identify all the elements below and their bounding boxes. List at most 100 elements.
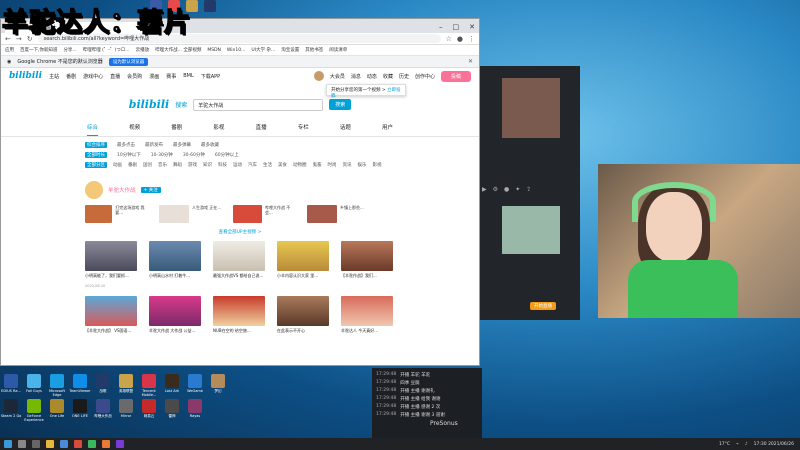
desktop-icon[interactable]: Lost Ark	[161, 374, 183, 397]
video-card[interactable]: 羊驼大作战 大作战 公益...	[149, 296, 201, 338]
desktop-icon[interactable]: 战歌	[92, 374, 114, 397]
up-video[interactable]: 乡镇上那些...	[307, 205, 371, 223]
filter-option[interactable]: 运动	[233, 162, 242, 168]
filter-option[interactable]: 娱乐	[358, 162, 367, 168]
filter-option[interactable]: 60分钟以上	[215, 152, 239, 158]
share-icon[interactable]: ⇪	[526, 186, 531, 193]
nav-item[interactable]: 漫画	[149, 73, 159, 80]
video-card[interactable]: 小羊内容认识大家 里...	[277, 241, 329, 288]
filter-option[interactable]: 时尚	[328, 162, 337, 168]
desktop-icon[interactable]: 网易云	[138, 399, 160, 422]
tab-user[interactable]: 用户	[382, 123, 393, 136]
app-icon[interactable]	[102, 440, 110, 448]
app-icon[interactable]	[88, 440, 96, 448]
desktop-icon[interactable]: Steam 2 Go	[0, 399, 22, 422]
bookmark-item[interactable]: 云播放	[136, 47, 150, 53]
up-video[interactable]: 哔哩大作战 不会...	[233, 205, 297, 223]
clock[interactable]: 17:30 2021/06/26	[754, 442, 794, 447]
nav-right-item[interactable]: 收藏	[383, 73, 393, 80]
filter-option[interactable]: 影视	[373, 162, 382, 168]
settings-icon[interactable]: ⚙	[493, 186, 498, 193]
up-name[interactable]: 羊驼大作战	[108, 186, 136, 194]
set-default-button[interactable]: 设为默认浏览器	[108, 57, 149, 66]
nav-item[interactable]: 赛事	[166, 73, 176, 80]
desktop-icon[interactable]: 英雄联盟	[115, 374, 137, 397]
filter-option[interactable]: 鬼畜	[313, 162, 322, 168]
filter-option[interactable]: 汽车	[248, 162, 257, 168]
play-icon[interactable]: ▶	[482, 186, 487, 193]
nav-item[interactable]: 会员购	[127, 73, 142, 80]
filter-option[interactable]: 音乐	[158, 162, 167, 168]
follow-button[interactable]: + 关注	[140, 187, 161, 193]
filter-option[interactable]: 国创	[143, 162, 152, 168]
desktop-icon[interactable]: TeamViewer	[69, 374, 91, 397]
filter-option[interactable]: 最多点击	[117, 142, 135, 148]
tab-topic[interactable]: 话题	[340, 123, 351, 136]
app-icon[interactable]	[204, 0, 216, 12]
nav-right-item[interactable]: 创作中心	[415, 73, 435, 80]
network-icon[interactable]: ⌁	[736, 442, 739, 447]
menu-icon[interactable]: ⋮	[468, 35, 475, 43]
search-input[interactable]: 羊驼大作战	[193, 98, 324, 111]
desktop-icon[interactable]: 哔哩大作战	[92, 399, 114, 422]
filter-option[interactable]: 最新发布	[145, 142, 163, 148]
close-infobar-icon[interactable]: ✕	[468, 58, 473, 65]
start-icon[interactable]	[4, 440, 12, 448]
nav-item[interactable]: 游戏中心	[83, 73, 103, 80]
filter-option[interactable]: 知识	[203, 162, 212, 168]
bookmark-item[interactable]: 哔哩大作战... 全部视频	[155, 47, 201, 53]
user-avatar[interactable]	[313, 71, 324, 81]
bookmark-item[interactable]: 分享...	[63, 47, 76, 53]
bookmark-item[interactable]: 其他书签	[305, 47, 323, 53]
desktop-icon[interactable]: 梦幻	[207, 374, 229, 397]
app-icon[interactable]	[116, 440, 124, 448]
bookmark-item[interactable]: MSDN	[207, 48, 221, 53]
weather-temp[interactable]: 17°C	[719, 442, 730, 447]
bookmark-item[interactable]: Win10...	[227, 48, 245, 53]
nav-right-item[interactable]: 消息	[351, 73, 361, 80]
bookmark-item[interactable]: 哔哩哔哩 (゜-゜)つロ...	[83, 47, 130, 53]
search-button[interactable]: 搜索	[329, 99, 352, 110]
bilibili-logo[interactable]: bilibili	[9, 71, 42, 81]
close-window-button[interactable]: ✕	[469, 23, 475, 31]
filter-option[interactable]: 全部分区	[85, 162, 107, 168]
filter-option[interactable]: 10-30分钟	[151, 152, 173, 158]
up-avatar[interactable]	[85, 181, 103, 199]
filter-option[interactable]: 综合排序	[85, 142, 107, 148]
desktop-icon[interactable]: Microsoft Edge	[46, 374, 68, 397]
filter-option[interactable]: 舞蹈	[173, 162, 182, 168]
filter-option[interactable]: 全部时长	[85, 152, 107, 158]
minimize-button[interactable]: –	[439, 23, 443, 31]
up-video[interactable]: 打完这场游戏 我要...	[85, 205, 149, 223]
video-card[interactable]: 小明高能了，我们要抓... 2020-08-10	[85, 241, 137, 288]
desktop-icon[interactable]: Mirror	[115, 399, 137, 422]
filter-option[interactable]: 最多收藏	[201, 142, 219, 148]
mic-icon[interactable]: ●	[504, 186, 509, 193]
filter-option[interactable]: 生活	[263, 162, 272, 168]
chrome-icon[interactable]	[74, 440, 82, 448]
filter-option[interactable]: 30-60分钟	[183, 152, 205, 158]
bookmark-item[interactable]: 阅读清单	[329, 47, 347, 53]
nav-item[interactable]: 下载APP	[201, 73, 220, 80]
nav-right-item[interactable]: 历史	[399, 73, 409, 80]
desktop-icon[interactable]: Tencent Mobile...	[138, 374, 160, 397]
video-card[interactable]: 羊驼达人 今天真好...	[341, 296, 393, 338]
tab-article[interactable]: 专栏	[298, 123, 309, 136]
video-card[interactable]: 【羊驼作战】我们...	[341, 241, 393, 288]
go-live-button[interactable]: 开始直播	[530, 302, 556, 310]
app-icon[interactable]	[60, 440, 68, 448]
desktop-icon[interactable]: ONE LIFE	[69, 399, 91, 422]
desktop-icon[interactable]: 雷神	[161, 399, 183, 422]
filter-option[interactable]: 番剧	[128, 162, 137, 168]
filter-option[interactable]: 动物圈	[293, 162, 307, 168]
desktop-icon[interactable]: EDIUS Ra...	[0, 374, 22, 397]
filter-option[interactable]: 动画	[113, 162, 122, 168]
profile-icon[interactable]: ●	[457, 35, 463, 43]
search-icon[interactable]	[18, 440, 26, 448]
upload-button[interactable]: 投稿	[440, 70, 471, 82]
nav-right-item[interactable]: 动态	[367, 73, 377, 80]
tab-live[interactable]: 直播	[256, 123, 267, 136]
video-card[interactable]: 在此表示不开心	[277, 296, 329, 338]
effects-icon[interactable]: ✦	[515, 186, 520, 193]
tab-all[interactable]: 综合	[87, 123, 99, 136]
